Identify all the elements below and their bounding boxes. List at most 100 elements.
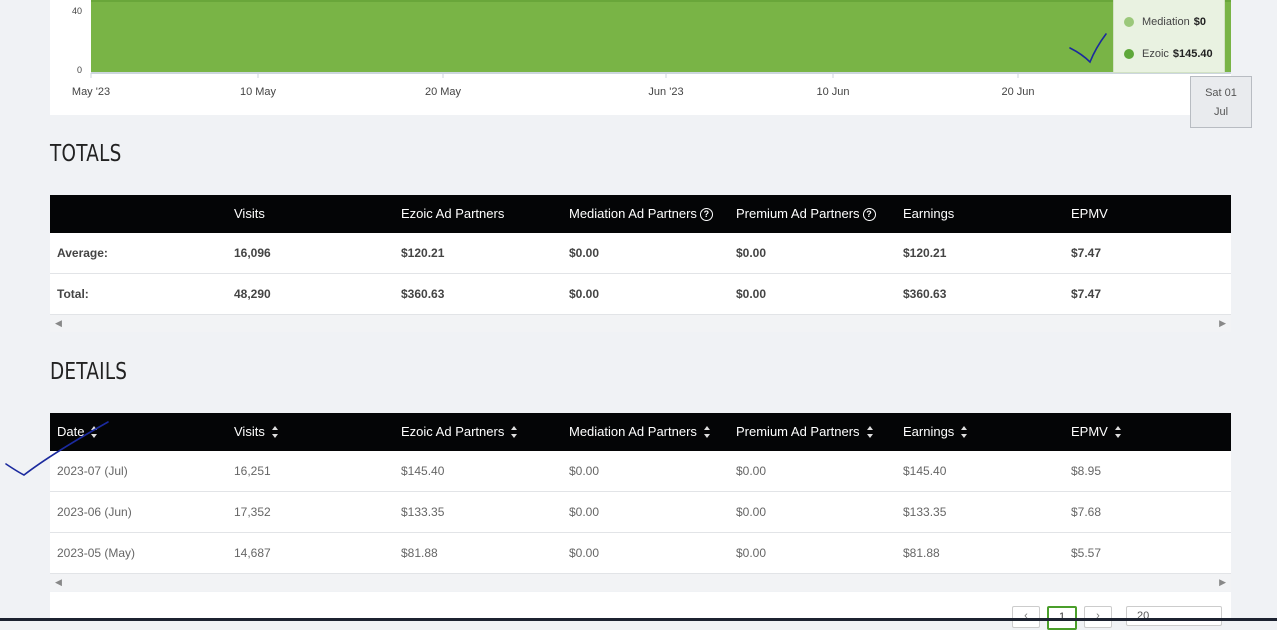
next-page-button[interactable]: › — [1084, 606, 1112, 628]
header-label: Earnings — [903, 424, 955, 439]
chart-tooltip: Mediation $0 Ezoic $145.40 — [1113, 0, 1225, 73]
sort-header-earnings[interactable]: Earnings — [903, 413, 968, 451]
scroll-right-icon[interactable]: ▶ — [1219, 315, 1226, 332]
header-visits: Visits — [234, 206, 265, 221]
header-ezoic-ad-partners: Ezoic Ad Partners — [401, 206, 505, 221]
header-label: Mediation Ad Partners — [569, 206, 697, 221]
cell-premium: $0.00 — [736, 287, 767, 301]
x-tick-label: May '23 — [71, 86, 111, 98]
mediation-legend-dot — [1124, 17, 1134, 27]
sort-arrows-icon[interactable] — [91, 425, 98, 439]
sort-arrows-icon[interactable] — [271, 425, 279, 439]
cell-epmv: $7.68 — [1071, 505, 1102, 519]
header-label: Premium Ad Partners — [736, 424, 860, 439]
sort-header-visits[interactable]: Visits — [234, 413, 279, 451]
sort-arrows-icon[interactable] — [703, 425, 711, 439]
y-tick-label: 0 — [76, 65, 82, 75]
ezoic-series-area — [91, 0, 1231, 72]
horizontal-scrollbar[interactable]: ◀ ▶ — [50, 315, 1231, 332]
totals-header-row: Visits Ezoic Ad Partners Mediation Ad Pa… — [50, 195, 1231, 233]
y-tick-label: 40 — [71, 6, 82, 16]
cell-epmv: $5.57 — [1071, 546, 1102, 560]
cell-mediation: $0.00 — [569, 287, 600, 301]
cell-visits: 14,687 — [234, 546, 271, 560]
cell-visits: 16,251 — [234, 464, 271, 478]
tooltip-row-ezoic: Ezoic $145.40 — [1124, 48, 1213, 60]
header-premium-ad-partners: Premium Ad Partners ? — [736, 195, 876, 233]
details-table: Date Visits Ezoic Ad Partners Mediation … — [50, 413, 1231, 591]
totals-table: Visits Ezoic Ad Partners Mediation Ad Pa… — [50, 195, 1231, 332]
x-tick-label: Jun '23 — [648, 86, 684, 98]
ezoic-legend-dot — [1124, 49, 1134, 59]
table-row: 2023-06 (Jun) 17,352 $133.35 $0.00 $0.00… — [50, 492, 1231, 533]
sort-arrows-icon[interactable] — [961, 425, 968, 439]
header-label: Visits — [234, 424, 265, 439]
cell-earnings: $81.88 — [903, 546, 940, 560]
horizontal-scrollbar[interactable]: ◀ ▶ — [50, 574, 1231, 591]
details-heading: DETAILS — [50, 359, 128, 385]
tooltip-value: $145.40 — [1172, 48, 1213, 60]
earnings-chart — [90, 0, 1231, 78]
cell-visits: 48,290 — [234, 287, 271, 301]
tooltip-label: Ezoic — [1142, 48, 1169, 60]
cell-visits: 16,096 — [234, 246, 271, 260]
details-header-row: Date Visits Ezoic Ad Partners Mediation … — [50, 413, 1231, 451]
cell-epmv: $7.47 — [1071, 246, 1102, 260]
table-row: 2023-07 (Jul) 16,251 $145.40 $0.00 $0.00… — [50, 451, 1231, 492]
cell-mediation: $0.00 — [569, 464, 600, 478]
cell-mediation: $0.00 — [569, 505, 600, 519]
sort-header-ezoic-ad-partners[interactable]: Ezoic Ad Partners — [401, 413, 518, 451]
pagination-bar: ‹ 1 › 20 — [50, 592, 1231, 630]
tooltip-label: Mediation — [1142, 16, 1190, 28]
header-label: EPMV — [1071, 424, 1108, 439]
cell-date: 2023-05 (May) — [57, 546, 136, 560]
prev-page-button[interactable]: ‹ — [1012, 606, 1040, 628]
x-tick-label: 20 Jun — [1001, 86, 1035, 98]
cell-ezoic: $81.88 — [401, 546, 438, 560]
x-tick-label: 10 Jun — [816, 86, 850, 98]
table-row: Total: 48,290 $360.63 $0.00 $0.00 $360.6… — [50, 274, 1231, 315]
cell-earnings: $120.21 — [903, 246, 947, 260]
help-icon[interactable]: ? — [699, 207, 713, 221]
sort-header-date[interactable]: Date — [57, 413, 98, 451]
date-popup-month: Jul — [1213, 106, 1229, 118]
cell-visits: 17,352 — [234, 505, 271, 519]
cell-premium: $0.00 — [736, 505, 767, 519]
sort-header-mediation-ad-partners[interactable]: Mediation Ad Partners — [569, 413, 711, 451]
sort-arrows-icon[interactable] — [1114, 425, 1122, 439]
earnings-chart-card: 40 0 May '23 10 May 20 May Jun '23 10 Ju… — [50, 0, 1231, 115]
date-crosshair-label: Sat 01 Jul — [1190, 76, 1252, 128]
cell-premium: $0.00 — [736, 546, 767, 560]
header-mediation-ad-partners: Mediation Ad Partners ? — [569, 195, 713, 233]
sort-arrows-icon[interactable] — [866, 425, 874, 439]
x-tick-label: 10 May — [239, 86, 277, 98]
cell-earnings: $133.35 — [903, 505, 947, 519]
header-epmv: EPMV — [1071, 206, 1108, 221]
header-label: Ezoic Ad Partners — [401, 424, 505, 439]
cell-mediation: $0.00 — [569, 546, 600, 560]
row-label: Average: — [57, 246, 108, 260]
scroll-left-icon[interactable]: ◀ — [55, 315, 62, 332]
header-label: Date — [57, 424, 85, 439]
cell-epmv: $7.47 — [1071, 287, 1102, 301]
totals-heading: TOTALS — [50, 141, 122, 167]
cell-ezoic: $133.35 — [401, 505, 445, 519]
cell-ezoic: $145.40 — [401, 464, 445, 478]
cell-mediation: $0.00 — [569, 246, 600, 260]
row-label: Total: — [57, 287, 89, 301]
tooltip-row-mediation: Mediation $0 — [1124, 16, 1206, 28]
cell-premium: $0.00 — [736, 464, 767, 478]
cell-ezoic: $120.21 — [401, 246, 445, 260]
scroll-left-icon[interactable]: ◀ — [55, 574, 62, 591]
help-icon[interactable]: ? — [862, 207, 876, 221]
sort-arrows-icon[interactable] — [511, 425, 518, 439]
table-row: Average: 16,096 $120.21 $0.00 $0.00 $120… — [50, 233, 1231, 274]
page-size-select[interactable]: 20 — [1126, 606, 1222, 626]
sort-header-epmv[interactable]: EPMV — [1071, 413, 1122, 451]
scroll-right-icon[interactable]: ▶ — [1219, 574, 1226, 591]
cell-earnings: $145.40 — [903, 464, 947, 478]
cell-ezoic: $360.63 — [401, 287, 445, 301]
cell-earnings: $360.63 — [903, 287, 947, 301]
sort-header-premium-ad-partners[interactable]: Premium Ad Partners — [736, 413, 874, 451]
table-row: 2023-05 (May) 14,687 $81.88 $0.00 $0.00 … — [50, 533, 1231, 574]
